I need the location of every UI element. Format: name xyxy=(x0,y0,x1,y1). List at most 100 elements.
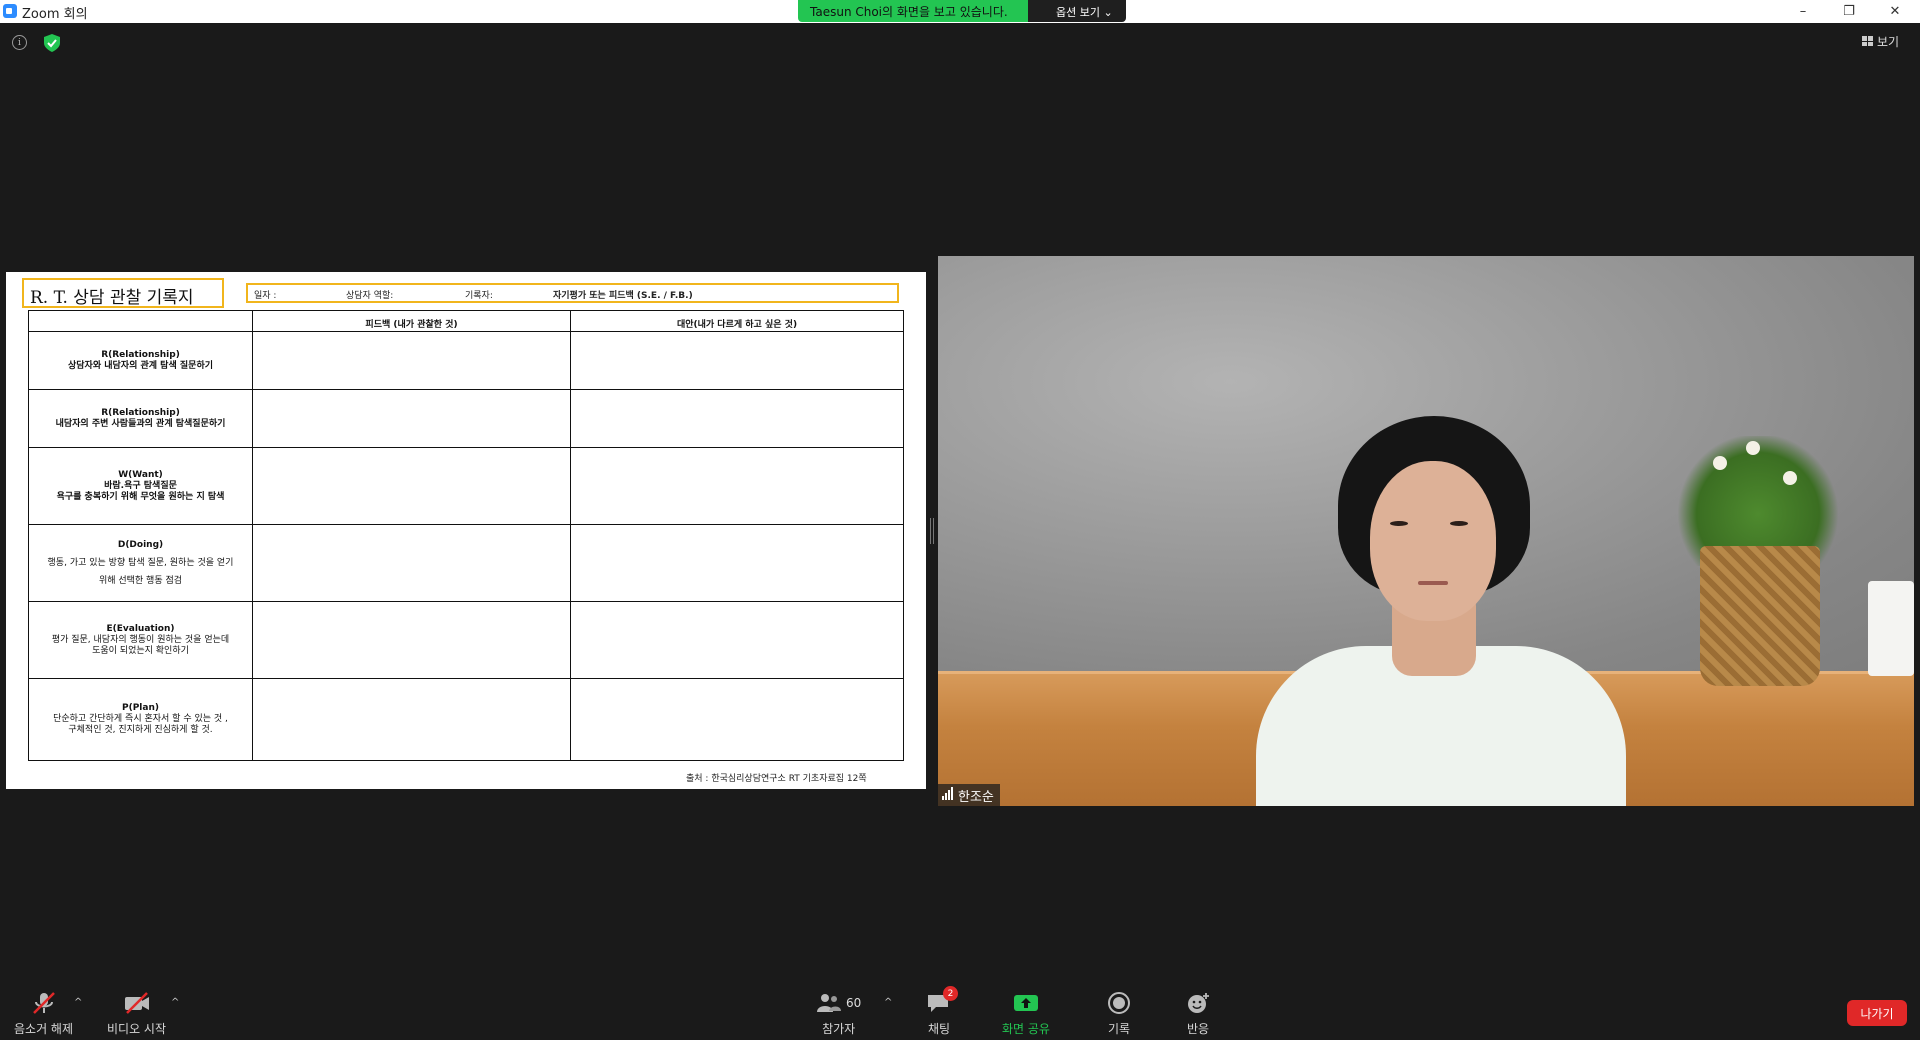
recorder-field: 기록자: xyxy=(465,291,493,301)
participants-icon xyxy=(817,994,841,1012)
view-options-button[interactable]: 옵션 보기 ⌄ xyxy=(1028,0,1126,22)
document-source: 출처 : 한국심리상담연구소 RT 기초자료집 12쪽 xyxy=(686,774,867,784)
mic-muted-icon xyxy=(32,992,55,1014)
date-field: 일자 : xyxy=(254,291,277,301)
table-row-label: E(Evaluation) 평가 질문, 내담자의 행동이 원하는 것을 얻는데… xyxy=(28,601,253,679)
view-button[interactable]: 보기 xyxy=(1862,32,1899,50)
document-header: 일자 : 상담자 역할: 기록자: 자기평가 또는 피드백 (S.E. / F.… xyxy=(246,283,899,303)
row-head: W(Want) xyxy=(118,469,163,480)
row-desc: 상담자와 내담자의 관계 탐색 질문하기 xyxy=(67,360,213,371)
video-basket xyxy=(1700,546,1820,686)
video-person-mouth xyxy=(1418,581,1448,585)
reactions-button[interactable]: 반응 xyxy=(1185,992,1211,1037)
record-icon xyxy=(1108,992,1130,1014)
table-header-alternative: 대안(내가 다르게 하고 싶은 것) xyxy=(570,310,904,332)
row-desc-2: 도움이 되었는지 확인하기 xyxy=(92,645,189,656)
row-desc: 행동, 가고 있는 방향 탐색 질문, 원하는 것을 얻기 xyxy=(47,558,234,568)
chat-label: 채팅 xyxy=(927,1022,951,1036)
minimize-button[interactable]: – xyxy=(1780,0,1826,23)
table-header-corner xyxy=(28,310,253,332)
share-screen-button[interactable]: 화면 공유 xyxy=(1002,992,1050,1037)
table-row-label: R(Relationship) 상담자와 내담자의 관계 탐색 질문하기 xyxy=(28,331,253,390)
video-flower xyxy=(1746,441,1760,455)
window-title: Zoom 회의 xyxy=(22,7,88,22)
document-title: R. T. 상담 관찰 기록지 xyxy=(22,278,224,308)
table-row-label: P(Plan) 단순하고 간단하게 즉시 혼자서 할 수 있는 것 , 구체적인… xyxy=(28,678,253,761)
role-field: 상담자 역할: xyxy=(346,291,394,301)
view-label: 보기 xyxy=(1877,34,1900,49)
evaluation-field: 자기평가 또는 피드백 (S.E. / F.B.) xyxy=(553,291,693,301)
table-cell xyxy=(252,524,571,602)
row-desc: 평가 질문, 내담자의 행동이 원하는 것을 얻는데 xyxy=(51,634,230,645)
record-label: 기록 xyxy=(1107,1022,1131,1036)
share-screen-icon xyxy=(1013,995,1038,1011)
participant-name: 한조순 xyxy=(958,790,994,805)
split-view-handle[interactable] xyxy=(930,518,934,544)
row-desc-2: 위해 선택한 행동 점검 xyxy=(98,576,183,586)
row-head: R(Relationship) xyxy=(101,349,180,360)
participant-video[interactable]: 한조순 xyxy=(938,256,1914,806)
table-header-feedback: 피드백 (내가 관찰한 것) xyxy=(252,310,571,332)
table-cell xyxy=(570,601,904,679)
leave-meeting-button[interactable]: 나가기 xyxy=(1847,1000,1907,1026)
row-head: D(Doing) xyxy=(117,540,164,550)
table-cell xyxy=(252,389,571,448)
table-cell xyxy=(570,524,904,602)
meeting-info-icon[interactable]: i xyxy=(12,35,27,50)
reactions-label: 반응 xyxy=(1186,1022,1210,1036)
participant-name-tag: 한조순 xyxy=(938,784,1000,806)
row-head: E(Evaluation) xyxy=(106,623,175,634)
reaction-emoji-icon xyxy=(1188,993,1209,1013)
unmute-label: 음소거 해제 xyxy=(14,1022,74,1036)
camera-off-icon xyxy=(124,992,149,1014)
table-cell xyxy=(252,678,571,761)
screen-share-banner: Taesun Choi의 화면을 보고 있습니다. 옵션 보기 ⌄ xyxy=(798,0,1126,22)
unmute-button[interactable]: 음소거 해제 xyxy=(14,992,73,1037)
table-row-label: W(Want) 바람.욕구 탐색질문 욕구를 충복하기 위해 무엇을 원하는 지… xyxy=(28,447,253,525)
video-flower xyxy=(1783,471,1797,485)
table-cell xyxy=(252,601,571,679)
meeting-toolbar: 음소거 해제 ^ 비디오 시작 ^ 60 참가자 ^ 2 채팅 화면 공유 기록… xyxy=(0,975,1920,1040)
zoom-logo-icon xyxy=(3,4,17,18)
share-screen-label: 화면 공유 xyxy=(1002,1022,1050,1036)
table-cell xyxy=(252,331,571,390)
chat-button[interactable]: 2 채팅 xyxy=(926,986,958,1037)
shared-screen[interactable]: R. T. 상담 관찰 기록지 일자 : 상담자 역할: 기록자: 자기평가 또… xyxy=(6,272,926,789)
table-cell xyxy=(570,389,904,448)
share-status-text: Taesun Choi의 화면을 보고 있습니다. xyxy=(798,0,1028,22)
signal-strength-icon xyxy=(942,786,953,800)
chat-icon-wrap: 2 xyxy=(926,986,958,1014)
chat-unread-badge: 2 xyxy=(943,986,958,1001)
video-person-face xyxy=(1370,461,1496,621)
audio-options-caret[interactable]: ^ xyxy=(74,997,82,1008)
participants-options-caret[interactable]: ^ xyxy=(884,997,892,1008)
table-cell xyxy=(570,331,904,390)
participants-label: 참가자 xyxy=(822,1022,856,1036)
record-button[interactable]: 기록 xyxy=(1106,992,1132,1037)
grid-view-icon xyxy=(1862,36,1873,46)
video-options-caret[interactable]: ^ xyxy=(171,997,179,1008)
table-cell xyxy=(570,678,904,761)
video-person-eye xyxy=(1450,521,1468,526)
close-button[interactable]: ✕ xyxy=(1872,0,1918,23)
table-cell xyxy=(252,447,571,525)
restore-button[interactable]: ❐ xyxy=(1826,0,1872,23)
row-desc: 단순하고 간단하게 즉시 혼자서 할 수 있는 것 , xyxy=(53,714,228,724)
row-desc: 내담자의 주변 사람들과의 관계 탐색질문하기 xyxy=(55,418,226,429)
participants-button[interactable]: 60 참가자 xyxy=(816,992,861,1037)
table-row-label: R(Relationship) 내담자의 주변 사람들과의 관계 탐색질문하기 xyxy=(28,389,253,448)
video-person-eye xyxy=(1390,521,1408,526)
video-flower xyxy=(1713,456,1727,470)
table-row-label: D(Doing) 행동, 가고 있는 방향 탐색 질문, 원하는 것을 얻기 위… xyxy=(28,524,253,602)
table-cell xyxy=(570,447,904,525)
row-head: P(Plan) xyxy=(122,703,159,713)
row-desc-2: 욕구를 충복하기 위해 무엇을 원하는 지 탐색 xyxy=(56,491,225,502)
start-video-label: 비디오 시작 xyxy=(107,1022,167,1036)
row-desc-2: 구체적인 것, 진지하게 진심하게 할 것. xyxy=(68,725,213,735)
row-head: R(Relationship) xyxy=(101,407,180,418)
video-cup xyxy=(1868,581,1914,676)
participants-count: 60 xyxy=(846,996,862,1010)
row-desc: 바람.욕구 탐색질문 xyxy=(104,480,177,491)
shield-icon[interactable] xyxy=(44,34,60,52)
start-video-button[interactable]: 비디오 시작 xyxy=(107,992,166,1037)
